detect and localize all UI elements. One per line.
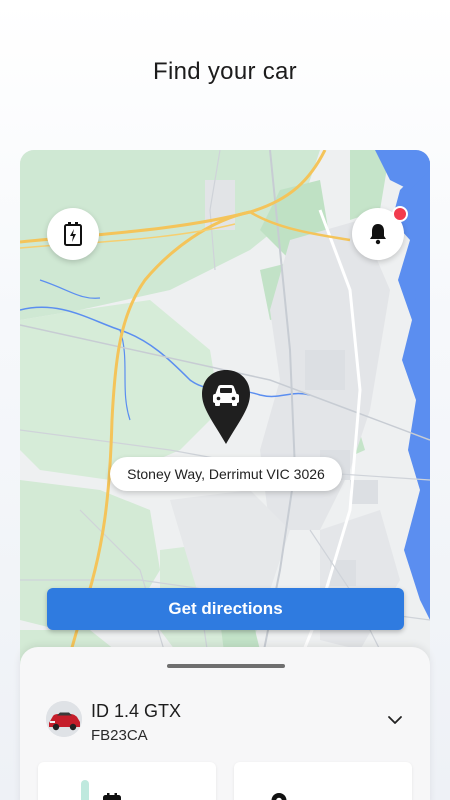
battery-level-bar <box>81 780 89 800</box>
address-label: Stoney Way, Derrimut VIC 3026 <box>110 457 342 491</box>
vehicle-thumbnail <box>46 701 82 737</box>
vehicle-selector[interactable]: ID 1.4 GTX FB23CA <box>20 697 430 747</box>
charging-station-icon <box>64 222 82 246</box>
map-pin-icon <box>202 370 250 444</box>
notification-badge <box>392 206 408 222</box>
charging-button[interactable] <box>47 208 99 260</box>
bell-icon <box>370 224 386 245</box>
battery-stat-card[interactable] <box>38 762 216 800</box>
get-directions-button[interactable]: Get directions <box>47 588 404 630</box>
location-stat-card[interactable] <box>234 762 412 800</box>
car-location-pin[interactable] <box>200 368 252 448</box>
calendar-icon <box>103 793 121 800</box>
vehicle-name: ID 1.4 GTX <box>91 701 182 721</box>
red-car-image <box>46 701 82 737</box>
notifications-button[interactable] <box>352 206 408 260</box>
drag-handle[interactable] <box>167 664 285 668</box>
vehicle-bottom-sheet[interactable]: ID 1.4 GTX FB23CA <box>20 647 430 800</box>
chevron-down-icon[interactable] <box>386 713 404 727</box>
page-title: Find your car <box>153 58 297 85</box>
vehicle-plate: FB23CA <box>91 727 148 744</box>
location-icon <box>271 793 287 800</box>
